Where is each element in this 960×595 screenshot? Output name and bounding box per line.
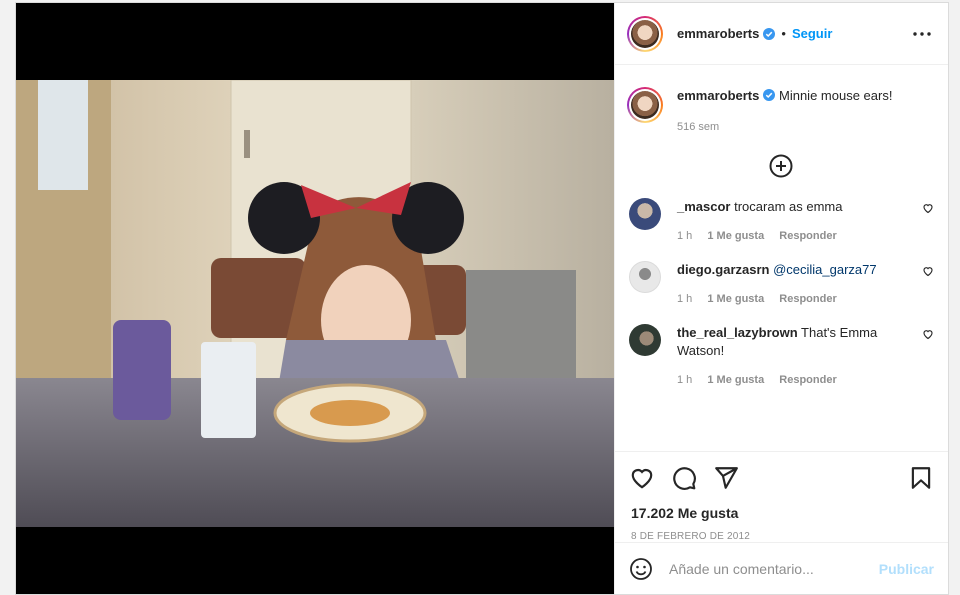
post-header: emmaroberts • Seguir bbox=[615, 3, 948, 65]
comment-text: trocaram as emma bbox=[734, 199, 843, 214]
commenter-username[interactable]: _mascor bbox=[677, 199, 730, 214]
verified-badge-icon bbox=[763, 27, 776, 40]
comment-age: 1 h bbox=[677, 293, 693, 305]
likes-count[interactable]: 17.202 Me gusta bbox=[615, 505, 948, 521]
post-dialog: emmaroberts • Seguir emmaroberts Minnie … bbox=[15, 2, 949, 595]
bookmark-icon[interactable] bbox=[908, 465, 934, 491]
share-icon[interactable] bbox=[713, 465, 739, 491]
post-caption: emmaroberts Minnie mouse ears! 516 sem bbox=[627, 87, 934, 136]
comment-likes[interactable]: 1 Me gusta bbox=[707, 293, 764, 305]
post-actions-bar bbox=[615, 451, 948, 503]
emoji-icon[interactable] bbox=[629, 557, 653, 581]
comment-item: _mascor trocaram as emma 1 h 1 Me gusta … bbox=[627, 198, 934, 245]
commenter-avatar[interactable] bbox=[629, 261, 661, 293]
reply-button[interactable]: Responder bbox=[779, 230, 836, 242]
comment-icon[interactable] bbox=[671, 465, 697, 491]
comment-item: diego.garzasrn @cecilia_garza77 1 h 1 Me… bbox=[627, 261, 934, 308]
like-comment-heart-icon[interactable] bbox=[922, 328, 934, 340]
commenter-username[interactable]: diego.garzasrn bbox=[677, 262, 769, 277]
verified-badge-icon bbox=[763, 89, 776, 101]
post-side-panel: emmaroberts • Seguir emmaroberts Minnie … bbox=[614, 3, 948, 594]
commenter-username[interactable]: the_real_lazybrown bbox=[677, 325, 798, 340]
like-comment-heart-icon[interactable] bbox=[922, 265, 934, 277]
comment-likes[interactable]: 1 Me gusta bbox=[707, 230, 764, 242]
caption-avatar[interactable] bbox=[627, 87, 663, 123]
comment-item: the_real_lazybrown That's Emma Watson! 1… bbox=[627, 324, 934, 389]
caption-age: 516 sem bbox=[677, 121, 720, 133]
post-photo bbox=[16, 80, 614, 527]
comments-area[interactable]: emmaroberts Minnie mouse ears! 516 sem _… bbox=[615, 65, 948, 451]
publish-button[interactable]: Publicar bbox=[879, 561, 934, 577]
commenter-avatar[interactable] bbox=[629, 198, 661, 230]
post-date[interactable]: 8 DE FEBRERO DE 2012 bbox=[615, 531, 948, 542]
comment-mention[interactable]: @cecilia_garza77 bbox=[773, 262, 877, 277]
post-media[interactable] bbox=[16, 3, 614, 594]
reply-button[interactable]: Responder bbox=[779, 374, 836, 386]
comment-age: 1 h bbox=[677, 374, 693, 386]
author-avatar[interactable] bbox=[627, 15, 663, 52]
author-username[interactable]: emmaroberts bbox=[677, 26, 759, 41]
more-options-icon[interactable] bbox=[910, 22, 934, 46]
comment-composer: Publicar bbox=[615, 542, 948, 594]
load-more-comments-icon[interactable] bbox=[627, 154, 934, 182]
commenter-avatar[interactable] bbox=[629, 324, 661, 356]
comment-likes[interactable]: 1 Me gusta bbox=[707, 374, 764, 386]
follow-button[interactable]: Seguir bbox=[792, 26, 832, 41]
reply-button[interactable]: Responder bbox=[779, 293, 836, 305]
comment-input[interactable] bbox=[667, 559, 879, 578]
like-comment-heart-icon[interactable] bbox=[922, 202, 934, 214]
separator-dot: • bbox=[781, 26, 786, 41]
comment-age: 1 h bbox=[677, 230, 693, 242]
caption-text: Minnie mouse ears! bbox=[779, 88, 893, 103]
caption-username[interactable]: emmaroberts bbox=[677, 88, 759, 103]
heart-icon[interactable] bbox=[629, 465, 655, 491]
